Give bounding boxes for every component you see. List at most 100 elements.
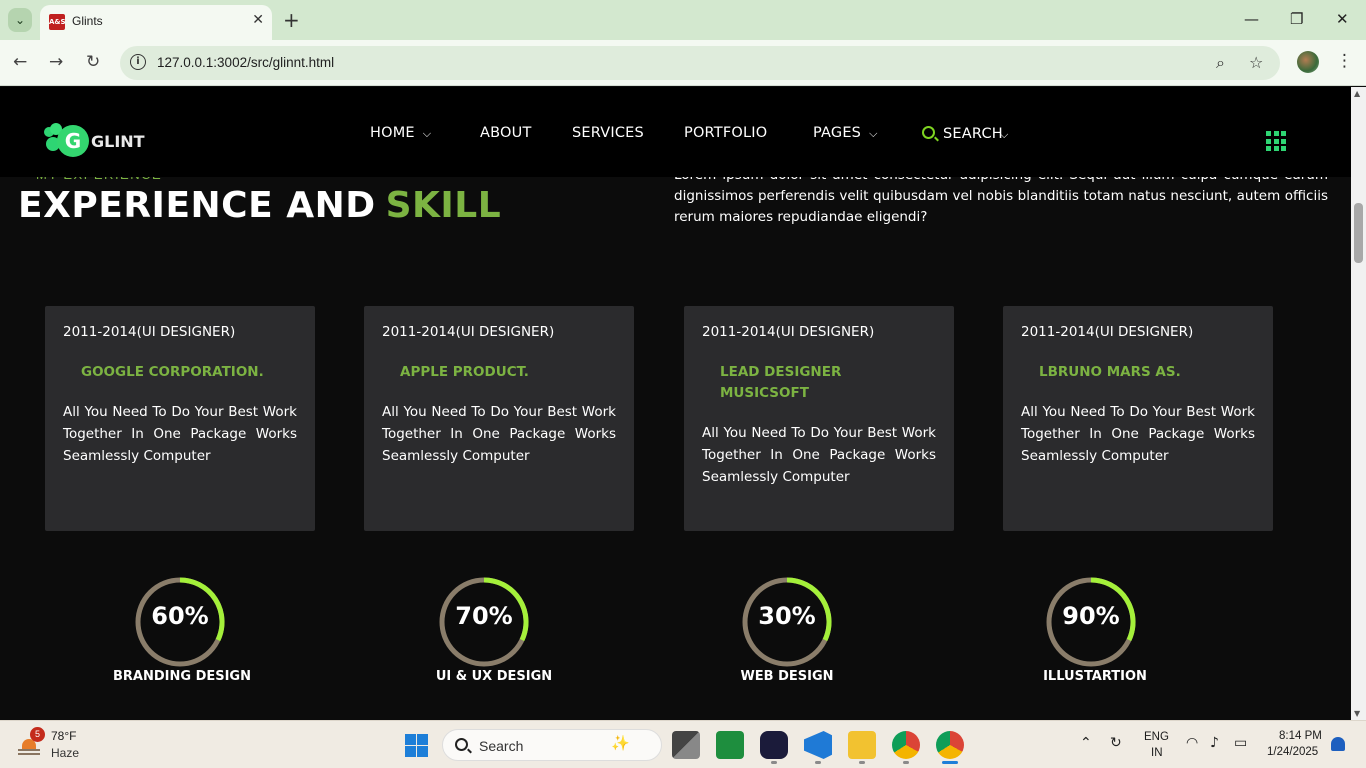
reload-icon[interactable]: ↻ (86, 52, 100, 72)
browser-tabbar: ⌄ A&S Glints ✕ + — ❐ ✕ (0, 0, 1366, 40)
skill-percent: 70% (455, 602, 513, 630)
nav-about[interactable]: ABOUT (480, 125, 532, 141)
file-explorer-icon[interactable] (848, 731, 876, 759)
restore-icon[interactable]: ❐ (1290, 10, 1303, 28)
chevron-down-icon: ⌵ (869, 127, 878, 140)
wifi-icon[interactable]: ◠ (1186, 735, 1198, 751)
tab-close-icon[interactable]: ✕ (252, 12, 264, 28)
heading-main: EXPERIENCE AND (18, 185, 376, 226)
skill-meter: 90% ILLUSTARTION (991, 576, 1191, 686)
card-description: All You Need To Do Your Best Work Togeth… (1021, 404, 1255, 464)
skill-label: BRANDING DESIGN (113, 669, 251, 684)
nav-portfolio-label: PORTFOLIO (684, 125, 768, 141)
bookmark-star-icon[interactable]: ☆ (1249, 53, 1263, 72)
app-indicator (815, 761, 821, 764)
vscode-icon[interactable] (804, 731, 832, 759)
card-years: 2011-2014(UI DESIGNER) (702, 324, 875, 340)
classroom-icon[interactable] (716, 731, 744, 759)
sync-icon[interactable]: ↻ (1110, 735, 1122, 751)
language-code[interactable]: ENG (1144, 731, 1169, 743)
app-indicator (859, 761, 865, 764)
site-header: G GLINT HOME ⌵ ABOUT SERVICES PORTFOLIO P… (0, 87, 1351, 177)
weather-badge: 5 (30, 727, 45, 742)
grid-menu-icon[interactable] (1266, 131, 1286, 151)
forward-icon[interactable]: → (49, 52, 63, 72)
address-bar[interactable]: i 127.0.0.1:3002/src/glinnt.html ⌕ ☆ (120, 46, 1280, 80)
page-viewport: MY EXPERIENCE Lorem ipsum dolor sit amet… (0, 87, 1366, 720)
nav-home[interactable]: HOME ⌵ (370, 125, 431, 141)
card-company: LEAD DESIGNER MUSICSOFT (720, 364, 842, 401)
notification-bell-icon[interactable] (1331, 737, 1345, 751)
browser-tab[interactable]: A&S Glints ✕ (40, 5, 272, 40)
clock-date[interactable]: 1/24/2025 (1267, 746, 1318, 758)
taskbar-search[interactable]: Search ✨ (442, 729, 662, 761)
card-years: 2011-2014(UI DESIGNER) (1021, 324, 1194, 340)
nav-search[interactable]: SEARCH (922, 125, 1012, 142)
logo-text: GLINT (91, 132, 145, 151)
chevron-down-icon: ⌵ (422, 127, 432, 140)
profile-avatar[interactable] (1297, 51, 1319, 73)
nav-pages[interactable]: PAGES ⌵ (813, 125, 878, 141)
window-close-icon[interactable]: ✕ (1336, 10, 1349, 28)
nav-portfolio[interactable]: PORTFOLIO (684, 125, 767, 141)
clock-time[interactable]: 8:14 PM (1279, 730, 1322, 742)
webex-icon[interactable] (760, 731, 788, 759)
scroll-thumb[interactable] (1354, 203, 1363, 263)
skill-meter: 70% UI & UX DESIGN (384, 576, 584, 686)
language-region[interactable]: IN (1151, 747, 1163, 759)
zoom-icon[interactable]: ⌕ (1216, 53, 1225, 73)
chevron-down-icon[interactable]: ⌵ (1000, 128, 1009, 142)
minimize-icon[interactable]: — (1244, 10, 1259, 28)
nav-search-label: SEARCH (943, 126, 1003, 142)
volume-icon[interactable]: ♪ (1210, 735, 1219, 751)
skill-percent: 90% (1062, 602, 1120, 630)
weather-temperature[interactable]: 78°F (51, 729, 76, 743)
nav-pages-label: PAGES (813, 125, 862, 141)
heading-accent: SKILL (385, 185, 502, 226)
nav-home-label: HOME (370, 125, 415, 141)
card-company: APPLE PRODUCT. (400, 364, 529, 380)
skill-label: UI & UX DESIGN (435, 669, 553, 684)
tab-search-dropdown-icon[interactable]: ⌄ (8, 8, 32, 32)
card-company: GOOGLE CORPORATION. (81, 364, 264, 380)
new-tab-icon[interactable]: + (283, 8, 300, 32)
nav-about-label: ABOUT (480, 125, 532, 141)
experience-card: 2011-2014(UI DESIGNER) LEAD DESIGNER MUS… (684, 306, 954, 531)
experience-card: 2011-2014(UI DESIGNER) LBRUNO MARS AS. A… (1003, 306, 1273, 531)
nav-services-label: SERVICES (572, 125, 644, 141)
scroll-down-icon[interactable]: ▼ (1354, 709, 1360, 718)
tab-favicon-icon: A&S (49, 14, 66, 30)
chrome-icon[interactable] (936, 731, 964, 759)
card-description: All You Need To Do Your Best Work Togeth… (63, 404, 297, 464)
scroll-up-icon[interactable]: ▲ (1354, 89, 1360, 98)
chevron-up-icon[interactable]: ⌃ (1080, 735, 1092, 751)
app-indicator-active (942, 761, 958, 764)
skill-label: ILLUSTARTION (1043, 669, 1147, 684)
experience-card: 2011-2014(UI DESIGNER) GOOGLE CORPORATIO… (45, 306, 315, 531)
card-years: 2011-2014(UI DESIGNER) (382, 324, 555, 340)
app-indicator (771, 761, 777, 764)
skill-meter: 30% WEB DESIGN (687, 576, 887, 686)
card-description: All You Need To Do Your Best Work Togeth… (702, 425, 936, 485)
back-icon[interactable]: ← (13, 52, 27, 72)
skill-percent: 60% (151, 602, 209, 630)
windows-start-icon[interactable] (405, 734, 428, 757)
logo-mark: G (57, 125, 89, 157)
skill-meter: 60% BRANDING DESIGN (80, 576, 280, 686)
site-info-icon[interactable]: i (130, 54, 146, 70)
task-view-icon[interactable] (672, 731, 700, 759)
weather-condition[interactable]: Haze (51, 746, 79, 760)
nav-services[interactable]: SERVICES (572, 125, 644, 141)
glint-logo[interactable]: G GLINT (44, 123, 145, 159)
url-text[interactable]: 127.0.0.1:3002/src/glinnt.html (157, 55, 334, 70)
search-icon (922, 126, 935, 139)
windows-taskbar: 5 78°F Haze Search ✨ ⌃ ↻ ENG IN ◠ ♪ ▭ 8:… (0, 720, 1366, 768)
search-highlight-icon: ✨ (611, 734, 630, 752)
battery-icon[interactable]: ▭ (1234, 735, 1247, 751)
page-scrollbar[interactable]: ▲ ▼ (1351, 87, 1366, 720)
search-icon (455, 738, 468, 751)
app-indicator (903, 761, 909, 764)
browser-menu-icon[interactable]: ⋮ (1336, 51, 1353, 71)
card-description: All You Need To Do Your Best Work Togeth… (382, 404, 616, 464)
chrome-profile-icon[interactable] (892, 731, 920, 759)
